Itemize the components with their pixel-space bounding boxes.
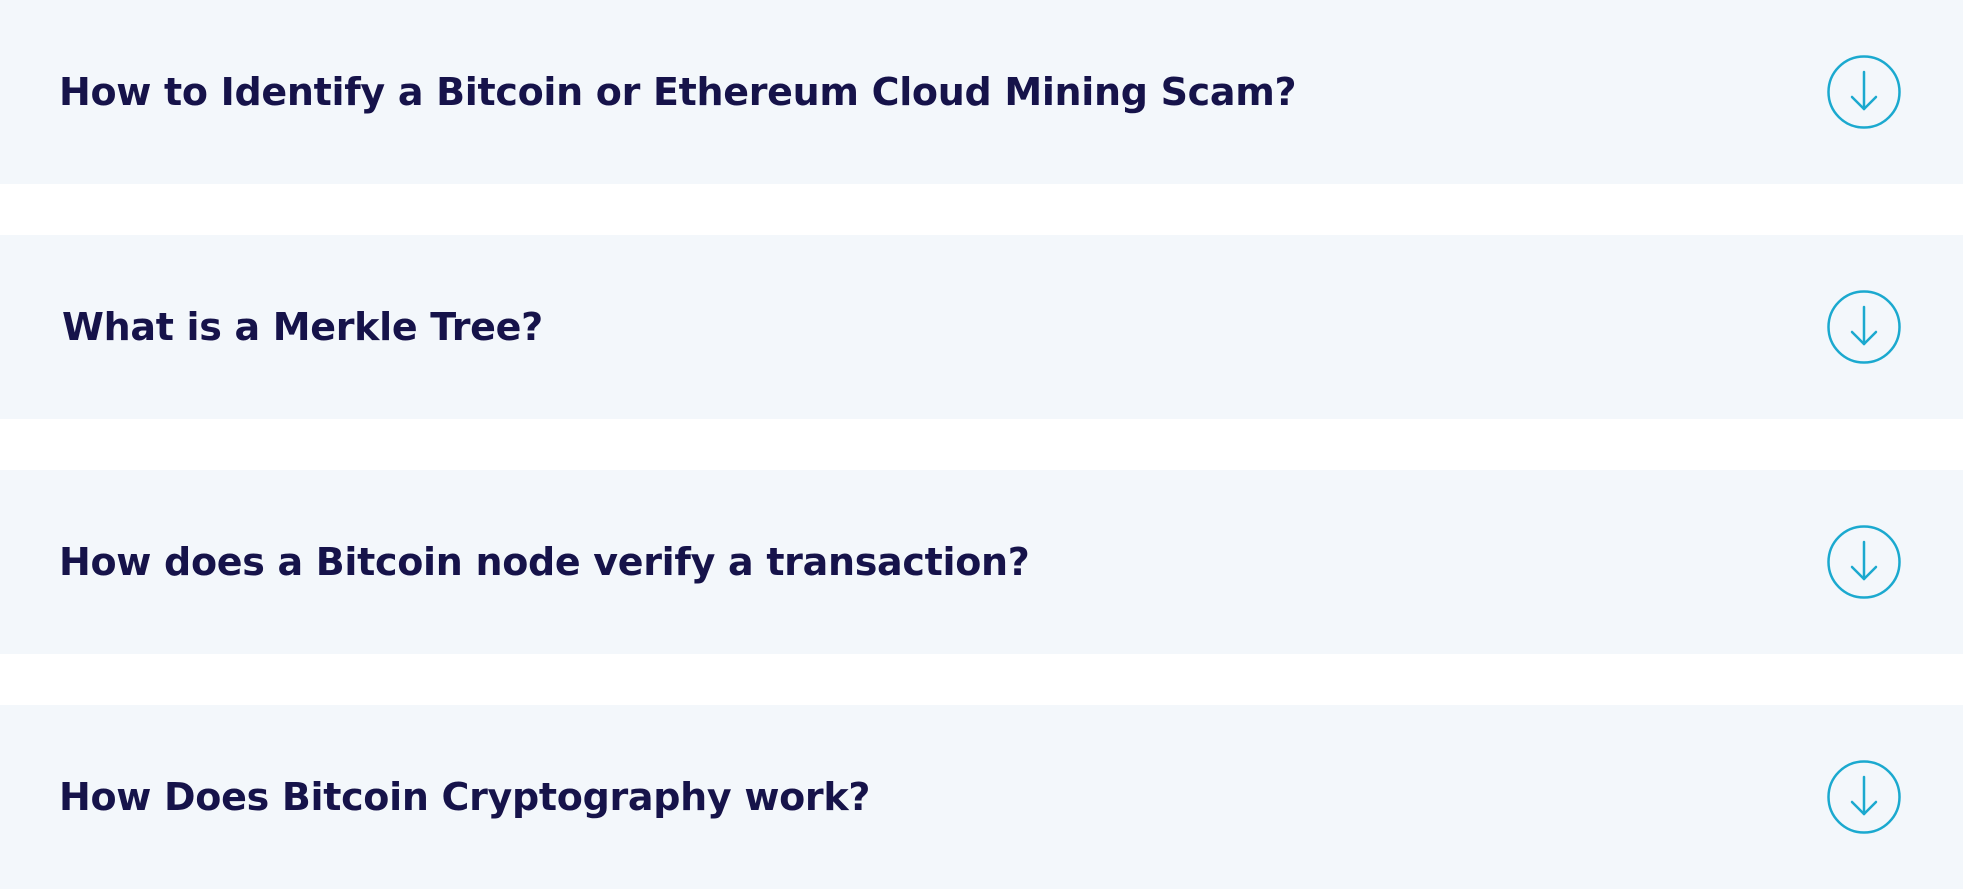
faq-question[interactable]: How to Identify a Bitcoin or Ethereum Cl… xyxy=(59,70,1297,114)
faq-accordion: How to Identify a Bitcoin or Ethereum Cl… xyxy=(0,0,1963,889)
faq-question[interactable]: How does a Bitcoin node verify a transac… xyxy=(59,540,1030,584)
expand-toggle-button[interactable] xyxy=(1827,55,1901,129)
expand-toggle-button[interactable] xyxy=(1827,760,1901,834)
expand-toggle-button[interactable] xyxy=(1827,525,1901,599)
arrow-down-circle-icon xyxy=(1827,55,1901,129)
arrow-down-circle-icon xyxy=(1827,760,1901,834)
faq-question[interactable]: What is a Merkle Tree? xyxy=(62,305,543,349)
expand-toggle-button[interactable] xyxy=(1827,290,1901,364)
faq-item-bitcoin-cryptography[interactable]: How Does Bitcoin Cryptography work? xyxy=(0,705,1963,889)
arrow-down-circle-icon xyxy=(1827,290,1901,364)
faq-item-node-verify-transaction[interactable]: How does a Bitcoin node verify a transac… xyxy=(0,470,1963,654)
faq-item-cloud-mining-scam[interactable]: How to Identify a Bitcoin or Ethereum Cl… xyxy=(0,0,1963,184)
arrow-down-circle-icon xyxy=(1827,525,1901,599)
faq-question[interactable]: How Does Bitcoin Cryptography work? xyxy=(59,775,870,819)
faq-item-merkle-tree[interactable]: What is a Merkle Tree? xyxy=(0,235,1963,419)
